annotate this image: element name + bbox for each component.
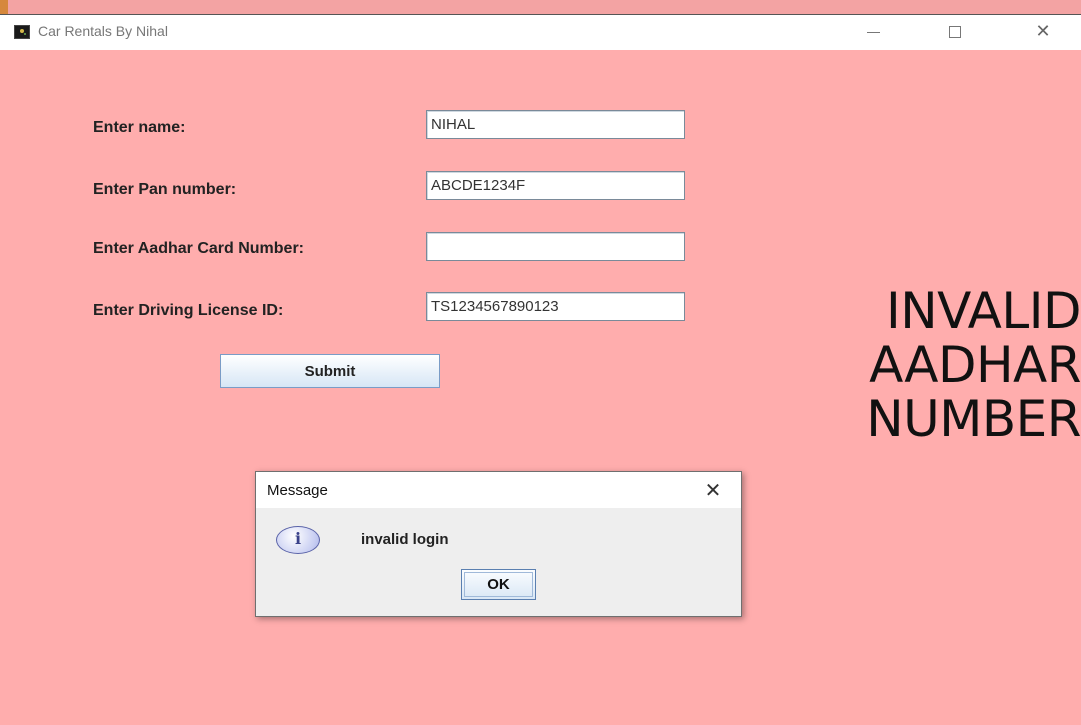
info-icon: i — [276, 526, 320, 554]
invalid-aadhar-message: INVALID AADHAR NUMBER — [866, 284, 1081, 446]
aadhar-label: Enter Aadhar Card Number: — [93, 240, 304, 257]
license-input[interactable] — [426, 292, 685, 321]
desktop-strip — [0, 0, 1081, 15]
info-icon-glyph: i — [294, 529, 302, 548]
pan-label: Enter Pan number: — [93, 181, 237, 198]
maximize-icon — [949, 26, 961, 38]
dialog-titlebar[interactable]: Message ✕ — [256, 472, 741, 508]
message-dialog: Message ✕ i invalid login OK — [255, 471, 742, 617]
window-close-button[interactable]: ✕ — [1020, 15, 1066, 50]
dialog-message: invalid login — [361, 531, 449, 548]
name-input[interactable] — [426, 110, 685, 139]
minimize-button[interactable] — [850, 15, 896, 50]
submit-button[interactable]: Submit — [220, 354, 440, 388]
dialog-title: Message — [267, 482, 328, 499]
desktop-accent — [0, 0, 8, 14]
close-icon: ✕ — [704, 478, 722, 502]
minimize-icon — [866, 31, 880, 33]
dialog-close-button[interactable]: ✕ — [698, 476, 728, 504]
license-label: Enter Driving License ID: — [93, 302, 284, 319]
ok-button[interactable]: OK — [461, 569, 536, 600]
close-icon: ✕ — [1035, 21, 1051, 42]
window-title: Car Rentals By Nihal — [38, 23, 168, 39]
maximize-button[interactable] — [932, 15, 978, 50]
pan-input[interactable] — [426, 171, 685, 200]
aadhar-input[interactable] — [426, 232, 685, 261]
window-titlebar[interactable]: Car Rentals By Nihal ✕ — [0, 15, 1081, 50]
app-icon — [14, 25, 30, 39]
name-label: Enter name: — [93, 119, 186, 136]
